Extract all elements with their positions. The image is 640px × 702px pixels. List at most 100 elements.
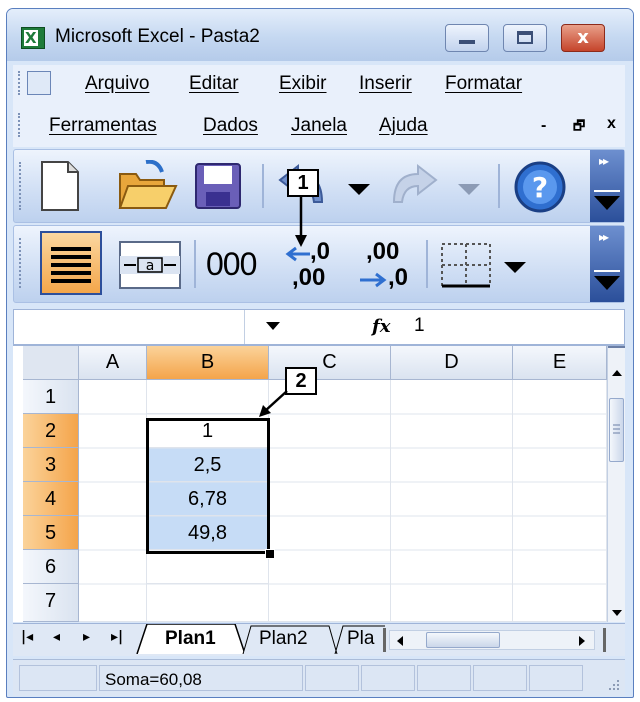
status-panel-7: [529, 665, 583, 691]
menu-ajuda[interactable]: Ajuda: [379, 115, 428, 137]
formula-input[interactable]: 1: [414, 315, 425, 337]
toolbar-options-button[interactable]: ▸▸: [590, 150, 624, 222]
column-header-a[interactable]: A: [79, 346, 147, 380]
align-center-button[interactable]: [40, 231, 102, 295]
standard-toolbar: ? ▸▸: [13, 149, 625, 223]
status-panel-6: [473, 665, 527, 691]
help-icon[interactable]: ?: [512, 160, 568, 214]
toolbar-grip[interactable]: [19, 238, 24, 288]
toolbar-separator: [498, 164, 500, 208]
callout-1-arrow: [295, 195, 307, 247]
vertical-scrollbar[interactable]: [607, 346, 625, 622]
grip-icon: [613, 424, 620, 434]
last-sheet-button[interactable]: ▸|: [111, 629, 123, 645]
status-panel-4: [361, 665, 415, 691]
menu-editar[interactable]: Editar: [189, 73, 239, 95]
minimize-button[interactable]: [445, 24, 489, 52]
window-title: Microsoft Excel - Pasta2: [55, 26, 260, 47]
workbook-icon[interactable]: [27, 71, 51, 95]
horizontal-scrollbar[interactable]: [389, 630, 595, 650]
toolbar-separator: [194, 240, 196, 288]
status-bar: Soma=60,08: [13, 659, 625, 696]
next-sheet-button[interactable]: ▸: [83, 629, 90, 645]
formatting-toolbar: a 000 ,0 ,00 ,00 ,0 ▸▸: [13, 225, 625, 303]
toolbar-separator: [262, 164, 264, 208]
increase-decimal-top: ,0: [310, 238, 331, 265]
workbook-minimize-button[interactable]: -: [541, 117, 546, 135]
open-folder-icon[interactable]: [118, 160, 178, 212]
status-panel-3: [305, 665, 359, 691]
new-document-icon[interactable]: [38, 160, 82, 212]
row-header-4[interactable]: 4: [23, 482, 79, 516]
workbook-restore-button[interactable]: 🗗: [573, 117, 585, 139]
column-header-d[interactable]: D: [391, 346, 513, 380]
menu-ferramentas[interactable]: Ferramentas: [49, 115, 157, 137]
first-sheet-button[interactable]: |◂: [21, 629, 33, 645]
scroll-up-icon[interactable]: [611, 368, 623, 378]
menu-inserir[interactable]: Inserir: [359, 73, 412, 95]
borders-dropdown-arrow[interactable]: [504, 262, 526, 273]
scroll-thumb[interactable]: [609, 398, 624, 462]
callout-2-arrow: [259, 390, 288, 417]
chevron-down-icon: [594, 196, 620, 210]
tab-split-handle[interactable]: [383, 628, 386, 652]
thousands-separator-button[interactable]: 000: [206, 246, 257, 283]
increase-decimal-button[interactable]: ,0 ,00: [280, 234, 346, 296]
name-box[interactable]: [14, 310, 245, 344]
status-panel-5: [417, 665, 471, 691]
menu-grip[interactable]: [18, 71, 23, 95]
scroll-down-icon[interactable]: [611, 608, 623, 618]
status-panel-1: [19, 665, 97, 691]
chevron-down-icon: [594, 276, 620, 290]
sheet-tab-plan3[interactable]: Pla: [347, 626, 374, 652]
menu-bar: Arquivo Editar Exibir Inserir Formatar F…: [13, 65, 625, 147]
maximize-button[interactable]: [503, 24, 547, 52]
borders-icon[interactable]: [438, 240, 494, 290]
menu-janela[interactable]: Janela: [291, 115, 347, 137]
split-box[interactable]: [608, 346, 625, 348]
scroll-left-icon[interactable]: [396, 635, 404, 647]
title-bar[interactable]: Microsoft Excel - Pasta2 x: [7, 9, 633, 61]
menu-exibir[interactable]: Exibir: [279, 73, 327, 95]
row-header-1[interactable]: 1: [23, 380, 79, 414]
excel-app-icon[interactable]: [21, 27, 45, 49]
redo-icon[interactable]: [386, 162, 440, 210]
fill-handle[interactable]: [265, 549, 275, 559]
row-header-6[interactable]: 6: [23, 550, 79, 584]
align-center-icon: [51, 247, 91, 283]
scroll-right-icon[interactable]: [578, 635, 586, 647]
excel-window: Microsoft Excel - Pasta2 x Arquivo Edita…: [6, 8, 634, 698]
insert-function-button[interactable]: fx: [372, 316, 390, 337]
menu-grip-2[interactable]: [18, 113, 23, 137]
sheet-tab-plan2[interactable]: Plan2: [259, 626, 308, 652]
decrease-decimal-button[interactable]: ,00 ,0: [354, 234, 420, 296]
arrow-right-icon: [360, 272, 387, 288]
merge-center-icon[interactable]: a: [118, 238, 182, 292]
minimize-icon: [459, 40, 475, 44]
menu-arquivo[interactable]: Arquivo: [85, 73, 149, 95]
menu-formatar[interactable]: Formatar: [445, 73, 522, 95]
formula-bar: fx 1: [13, 309, 625, 345]
hscroll-thumb[interactable]: [426, 632, 500, 648]
undo-dropdown-arrow[interactable]: [348, 184, 370, 195]
name-box-dropdown-icon[interactable]: [266, 322, 280, 330]
sheet-tab-plan1[interactable]: Plan1: [165, 626, 216, 652]
menu-dados[interactable]: Dados: [203, 115, 258, 137]
select-all-corner[interactable]: [23, 346, 79, 380]
row-header-3[interactable]: 3: [23, 448, 79, 482]
row-header-5[interactable]: 5: [23, 516, 79, 550]
row-header-7[interactable]: 7: [23, 584, 79, 622]
callout-1: 1: [287, 169, 319, 197]
column-header-e[interactable]: E: [513, 346, 607, 380]
redo-dropdown-arrow[interactable]: [458, 184, 480, 195]
row-header-2[interactable]: 2: [23, 414, 79, 448]
close-button[interactable]: x: [561, 24, 605, 52]
hscroll-split-handle[interactable]: [603, 628, 606, 652]
toolbar-options-button-2[interactable]: ▸▸: [590, 226, 624, 302]
save-icon[interactable]: [194, 162, 242, 210]
column-header-b[interactable]: B: [147, 346, 269, 380]
toolbar-grip[interactable]: [19, 162, 24, 210]
prev-sheet-button[interactable]: ◂: [53, 629, 60, 645]
resize-grip-icon[interactable]: [607, 678, 621, 692]
workbook-close-button[interactable]: x: [607, 115, 616, 133]
